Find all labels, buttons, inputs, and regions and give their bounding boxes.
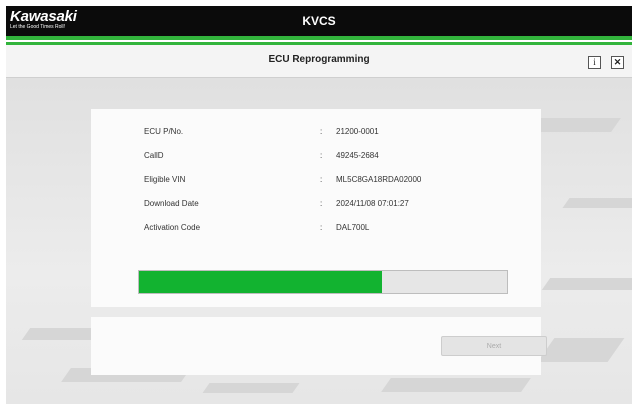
row-label: CallD	[144, 151, 164, 160]
info-row-eligible-vin: Eligible VIN : ML5C8GA18RDA02000	[91, 175, 541, 189]
bg-stripe	[562, 198, 632, 208]
top-header: Kawasaki Let the Good Times Roll! KVCS	[6, 6, 632, 36]
info-row-calid: CallD : 49245-2684	[91, 151, 541, 165]
bg-stripe	[21, 328, 101, 340]
action-panel: Next	[91, 317, 547, 375]
row-label: Eligible VIN	[144, 175, 186, 184]
close-icon[interactable]: ✕	[611, 56, 624, 69]
row-value: 2024/11/08 07:01:27	[336, 199, 409, 208]
row-separator: :	[320, 151, 323, 160]
bg-stripe	[541, 278, 632, 290]
info-icon[interactable]: i	[588, 56, 601, 69]
row-separator: :	[320, 175, 323, 184]
row-separator: :	[320, 127, 323, 136]
bg-stripe	[202, 383, 300, 393]
row-separator: :	[320, 199, 323, 208]
row-separator: :	[320, 223, 323, 232]
info-row-download-date: Download Date : 2024/11/08 07:01:27	[91, 199, 541, 213]
row-label: Download Date	[144, 199, 199, 208]
next-button[interactable]: Next	[441, 336, 547, 356]
progress-bar	[138, 270, 508, 294]
row-value: 21200-0001	[336, 127, 379, 136]
page-title: ECU Reprogramming	[268, 54, 370, 65]
bg-stripe	[381, 378, 531, 392]
app-title: KVCS	[302, 14, 336, 28]
row-label: Activation Code	[144, 223, 201, 232]
page-titlebar: ECU Reprogramming i ✕	[6, 45, 632, 78]
bg-stripe	[537, 338, 625, 362]
app-window: Kawasaki Let the Good Times Roll! KVCS E…	[6, 6, 632, 404]
ecu-info-panel: ECU P/No. : 21200-0001 CallD : 49245-268…	[91, 109, 541, 307]
row-value: ML5C8GA18RDA02000	[336, 175, 422, 184]
row-value: DAL700L	[336, 223, 370, 232]
progress-fill	[139, 271, 382, 293]
info-row-activation-code: Activation Code : DAL700L	[91, 223, 541, 237]
row-label: ECU P/No.	[144, 127, 184, 136]
row-value: 49245-2684	[336, 151, 379, 160]
info-row-ecu-pno: ECU P/No. : 21200-0001	[91, 127, 541, 141]
